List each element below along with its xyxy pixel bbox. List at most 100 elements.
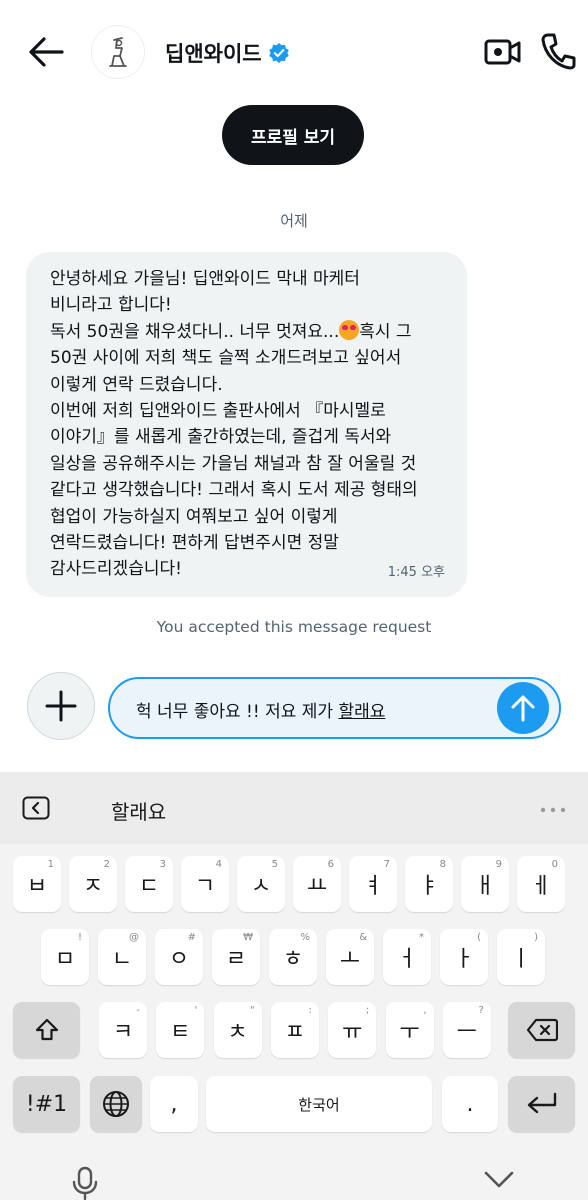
backspace-key[interactable] [508,1002,575,1058]
letter-key[interactable]: * ㅓ [383,929,431,985]
enter-return-icon [527,1092,556,1114]
add-attachment-button[interactable] [27,672,95,740]
key-label: ㅗ [339,947,361,972]
letter-key[interactable]: 0ㅔ [517,856,565,912]
letter-key[interactable]: (ㅏ [440,929,488,985]
letter-key[interactable]: ? ㅡ [442,1002,491,1058]
letter-key[interactable]: 3ㄷ [125,856,173,912]
letter-key[interactable]: 8ㅑ [405,856,453,912]
letter-key[interactable]: 5ㅅ [237,856,285,912]
key-hint: 3 [159,859,166,870]
key-label: ㄹ [225,947,247,972]
letter-key[interactable]: ' ㅌ [156,1002,205,1058]
letter-key[interactable]: -ㅋ [99,1002,147,1058]
letter-key[interactable]: 4ㄱ [181,856,229,912]
letter-key[interactable]: # ㅇ [155,929,203,985]
shift-arrow-icon [35,1018,58,1041]
key-hint: 6 [327,859,334,870]
more-dots-icon[interactable] [540,807,566,813]
microphone-icon[interactable] [70,1166,100,1200]
enter-key[interactable] [508,1076,575,1132]
letter-key[interactable]: :ㅍ [270,1002,319,1058]
key-hint: 8 [439,859,446,870]
chevron-left-box-icon[interactable] [22,796,50,820]
shift-key[interactable] [13,1002,80,1058]
key-hint: ₩ [243,932,253,943]
plus-icon [45,690,77,722]
comma-key[interactable]: , [150,1076,198,1132]
key-label: ㅜ [399,1020,420,1045]
key-label: ㅏ [453,947,475,972]
arrow-left-icon[interactable] [28,36,64,68]
heart-eyes-emoji-icon [339,319,360,340]
key-label: ㅍ [284,1020,306,1045]
letter-key[interactable]: 7ㅕ [349,856,397,912]
key-label: ㅇ [168,947,190,972]
key-hint: % [300,932,310,943]
avatar[interactable] [91,25,145,79]
message-input-text[interactable]: 헉 너무 좋아요 !! 저요 제가 할래요 [136,697,385,722]
avatar-figure-icon [109,37,127,67]
key-hint: : [308,1005,312,1016]
key-label: ㅕ [362,874,384,899]
key-hint: , [423,1005,427,1016]
conversation-header: 딥앤와이드 [0,0,588,100]
key-label: ㅊ [227,1020,248,1045]
key-hint: ! [77,932,82,943]
message-line: 일상을 공유해주시는 가을님 채널과 참 잘 어울릴 것 [50,453,417,474]
letter-key[interactable]: ; ㅠ [328,1002,377,1058]
key-hint: 1 [47,859,54,870]
letter-key[interactable]: ) ㅣ [497,929,545,985]
letter-key[interactable]: 2ㅈ [69,856,117,912]
symbols-key-label: !#1 [25,1091,68,1117]
key-hint: 5 [271,859,278,870]
key-label: ㅁ [54,947,76,972]
letter-key[interactable]: 9ㅐ [461,856,509,912]
letter-key[interactable]: & ㅗ [326,929,374,985]
view-profile-button[interactable]: 프로필 보기 [222,105,364,165]
letter-key[interactable]: ₩ ㄹ [212,929,260,985]
message-line: 이야기』를 새롭게 출간하였는데, 즐겁게 독서와 [50,427,392,448]
key-label: ㅎ [282,947,304,972]
letter-key[interactable]: 6ㅛ [293,856,341,912]
key-hint: & [359,932,367,943]
letter-key[interactable]: @ ㄴ [98,929,146,985]
message-line: 같다고 생각했습니다! 그래서 혹시 도서 제공 형태의 [50,480,418,501]
key-label: ㅑ [418,874,440,899]
chevron-down-icon[interactable] [483,1170,515,1190]
key-label: ㅋ [112,1020,134,1045]
key-hint: # [187,932,196,943]
key-hint: @ [129,932,139,943]
key-hint: 0 [551,859,558,870]
letter-key[interactable]: " ㅊ [213,1002,262,1058]
video-call-icon[interactable] [484,33,522,71]
key-hint: ? [478,1005,484,1016]
message-line: 50권 사이에 저희 책도 슬쩍 소개드려보고 싶어서 [50,348,402,369]
title-wrap: 딥앤와이드 [165,38,290,68]
key-hint: ' [194,1005,198,1016]
letter-key[interactable]: % ㅎ [269,929,317,985]
send-button[interactable] [497,682,549,734]
key-hint: 4 [215,859,222,870]
letter-key[interactable]: 1ㅂ [13,856,61,912]
key-hint: - [136,1005,140,1016]
accepted-notice: You accepted this message request [156,618,432,636]
period-key[interactable]: . [442,1076,498,1132]
backspace-icon [526,1018,558,1042]
verified-badge-icon [268,43,289,63]
key-hint: 2 [103,859,110,870]
letter-key[interactable]: ! ㅁ [41,929,89,985]
language-key[interactable] [90,1076,142,1132]
message-bubble[interactable]: 안녕하세요 가을님! 딥앤와이드 막내 마케터 비니라고 합니다! 독서 50권… [26,252,467,597]
globe-icon [103,1091,129,1117]
key-label: ㅡ [456,1020,477,1045]
word-suggestion[interactable]: 할래요 [111,796,166,825]
symbols-key[interactable]: !#1 [13,1076,80,1132]
suggestion-bar: 할래요 [0,772,588,844]
contact-name[interactable]: 딥앤와이드 [165,38,262,68]
space-key[interactable]: 한국어 [206,1076,432,1132]
key-hint: " [249,1005,255,1016]
letter-key[interactable]: ,ㅜ [385,1002,434,1058]
phone-icon[interactable] [540,31,576,71]
message-input[interactable]: 헉 너무 좋아요 !! 저요 제가 할래요 [108,677,561,739]
